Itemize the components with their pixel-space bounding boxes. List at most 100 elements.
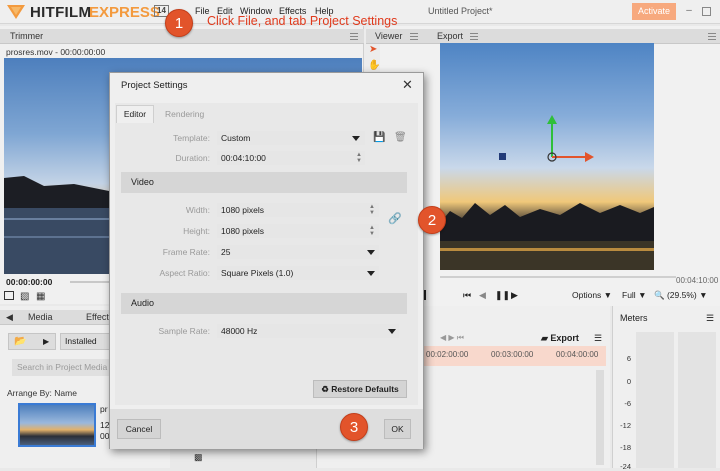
- meters-title: Meters: [620, 313, 648, 323]
- step-badge-3: 3: [340, 413, 368, 441]
- tab-media[interactable]: Media: [28, 312, 53, 322]
- audio-section-header: Audio: [121, 293, 407, 314]
- activate-button[interactable]: Activate: [632, 3, 676, 20]
- arrange-by-dropdown[interactable]: Arrange By: Name: [7, 388, 77, 398]
- tab-rendering[interactable]: Rendering: [165, 109, 204, 119]
- quality-dropdown[interactable]: Full ▼: [622, 290, 646, 300]
- minimize-icon[interactable]: –: [684, 6, 694, 16]
- timeline-menu-icon[interactable]: ☰: [594, 333, 602, 344]
- export-menu-icon[interactable]: [470, 33, 478, 40]
- maximize-icon[interactable]: [702, 7, 711, 16]
- tab-viewer[interactable]: Viewer: [375, 31, 402, 41]
- framerate-caret-icon: [367, 250, 375, 255]
- duration-value: 00:04:10:00: [221, 153, 266, 163]
- panel-menu-icon[interactable]: [708, 33, 716, 40]
- close-icon[interactable]: ✕: [402, 77, 413, 93]
- template-value: Custom: [221, 133, 251, 143]
- framerate-select[interactable]: 25: [217, 245, 379, 259]
- height-label: Height:: [183, 226, 210, 236]
- trimmer-menu-icon[interactable]: [350, 33, 358, 40]
- duration-field[interactable]: 00:04:10:00: [217, 151, 365, 165]
- brand-name: HITFILM: [30, 4, 92, 21]
- width-stepper-icon[interactable]: ▲ ▼: [369, 204, 375, 216]
- timeline-nav-icons[interactable]: ◀ ▶ ⏮: [440, 333, 464, 343]
- tab-editor[interactable]: Editor: [116, 105, 154, 123]
- samplerate-caret-icon: [388, 329, 396, 334]
- template-label: Template:: [173, 133, 210, 143]
- aspect-caret-icon: [367, 271, 375, 276]
- height-stepper-icon[interactable]: ▲ ▼: [369, 225, 375, 237]
- width-field[interactable]: 1080 pixels: [217, 203, 379, 217]
- meter-bar-left: [636, 332, 674, 468]
- media-item-name: pr: [100, 404, 108, 414]
- restore-defaults-button[interactable]: ♻ Restore Defaults: [313, 380, 407, 398]
- trimmer-scrubber[interactable]: [70, 281, 110, 283]
- import-button[interactable]: 📂 ▶: [8, 333, 56, 350]
- trimmer-clip-label: prosres.mov - 00:00:00:00: [6, 47, 106, 57]
- timeline-export-label: Export: [550, 333, 579, 343]
- pause-icon[interactable]: ❚❚: [495, 290, 510, 301]
- meter-tick-6: 6: [626, 354, 631, 363]
- hand-tool-icon[interactable]: ✋: [368, 60, 380, 71]
- ruler-time-3: 00:04:00:00: [556, 350, 599, 359]
- meter-bar-right: [678, 332, 716, 468]
- media-thumbnail[interactable]: [18, 403, 96, 447]
- media-search-input[interactable]: Search in Project Media: [12, 359, 112, 376]
- overlay-icon[interactable]: ▦: [36, 291, 45, 302]
- timeline-scrollbar[interactable]: [596, 370, 604, 465]
- meter-tick-neg6: -6: [624, 399, 631, 408]
- tab-arrow-left-icon[interactable]: ◀: [6, 312, 13, 323]
- transform-gizmo-icon[interactable]: [497, 112, 597, 172]
- tab-trimmer[interactable]: Trimmer: [10, 31, 43, 41]
- aspect-select[interactable]: Square Pixels (1.0): [217, 266, 379, 280]
- zoom-label: (29.5%): [666, 290, 697, 300]
- video-section-header: Video: [121, 172, 407, 193]
- viewer-marker: [424, 290, 426, 300]
- framerate-label: Frame Rate:: [162, 247, 210, 257]
- installed-button[interactable]: Installed: [60, 333, 112, 350]
- play-icon[interactable]: ▶: [511, 290, 518, 301]
- meter-tick-neg12: -12: [620, 421, 631, 430]
- options-label: Options: [572, 290, 602, 300]
- save-icon[interactable]: 💾: [373, 132, 385, 143]
- viewer-header: Viewer Export: [366, 29, 720, 44]
- restore-label: Restore Defaults: [331, 384, 399, 394]
- link-icon[interactable]: 🔗: [388, 212, 402, 225]
- duration-label: Duration:: [175, 153, 211, 163]
- width-value: 1080 pixels: [221, 205, 265, 215]
- height-value: 1080 pixels: [221, 226, 265, 236]
- hitfilm-logo-icon: [7, 5, 25, 19]
- framerate-value: 25: [221, 247, 231, 257]
- samplerate-select[interactable]: 48000 Hz: [217, 324, 399, 338]
- options-dropdown[interactable]: Options ▼: [572, 290, 612, 300]
- brand-edition: EXPRESS: [89, 4, 160, 21]
- select-tool-icon[interactable]: ➤: [369, 44, 377, 55]
- dialog-title: Project Settings: [121, 80, 188, 91]
- height-field[interactable]: 1080 pixels: [217, 224, 379, 238]
- skip-start-icon[interactable]: ⏮: [463, 290, 471, 301]
- insert-icon[interactable]: ▧: [20, 291, 29, 302]
- timeline-export-button[interactable]: ▰ Export: [541, 333, 579, 344]
- delete-icon[interactable]: 🗑: [394, 132, 407, 143]
- zoom-dropdown[interactable]: 🔍 (29.5%) ▼: [654, 290, 708, 301]
- duration-stepper-icon[interactable]: ▲ ▼: [356, 152, 362, 164]
- samplerate-label: Sample Rate:: [158, 326, 211, 336]
- width-label: Width:: [185, 205, 210, 215]
- viewer-menu-icon[interactable]: [410, 33, 418, 40]
- project-settings-dialog: Project Settings ✕ Editor Rendering Temp…: [109, 72, 424, 449]
- meters-menu-icon[interactable]: ☰: [706, 313, 714, 324]
- loop-icon[interactable]: [4, 291, 14, 300]
- template-select[interactable]: Custom: [217, 131, 365, 145]
- step-badge-1: 1: [165, 9, 193, 37]
- aspect-label: Aspect Ratio:: [159, 268, 210, 278]
- meter-tick-neg18: -18: [620, 443, 631, 452]
- tab-export[interactable]: Export: [437, 31, 463, 41]
- viewer-scrubber[interactable]: [440, 276, 676, 278]
- step-badge-2: 2: [418, 206, 446, 234]
- installed-label: Installed: [65, 336, 97, 346]
- step-back-icon[interactable]: ◀: [479, 290, 486, 301]
- ok-button[interactable]: OK: [384, 419, 411, 439]
- template-caret-icon: [352, 136, 360, 141]
- samplerate-value: 48000 Hz: [221, 326, 258, 336]
- cancel-button[interactable]: Cancel: [117, 419, 161, 439]
